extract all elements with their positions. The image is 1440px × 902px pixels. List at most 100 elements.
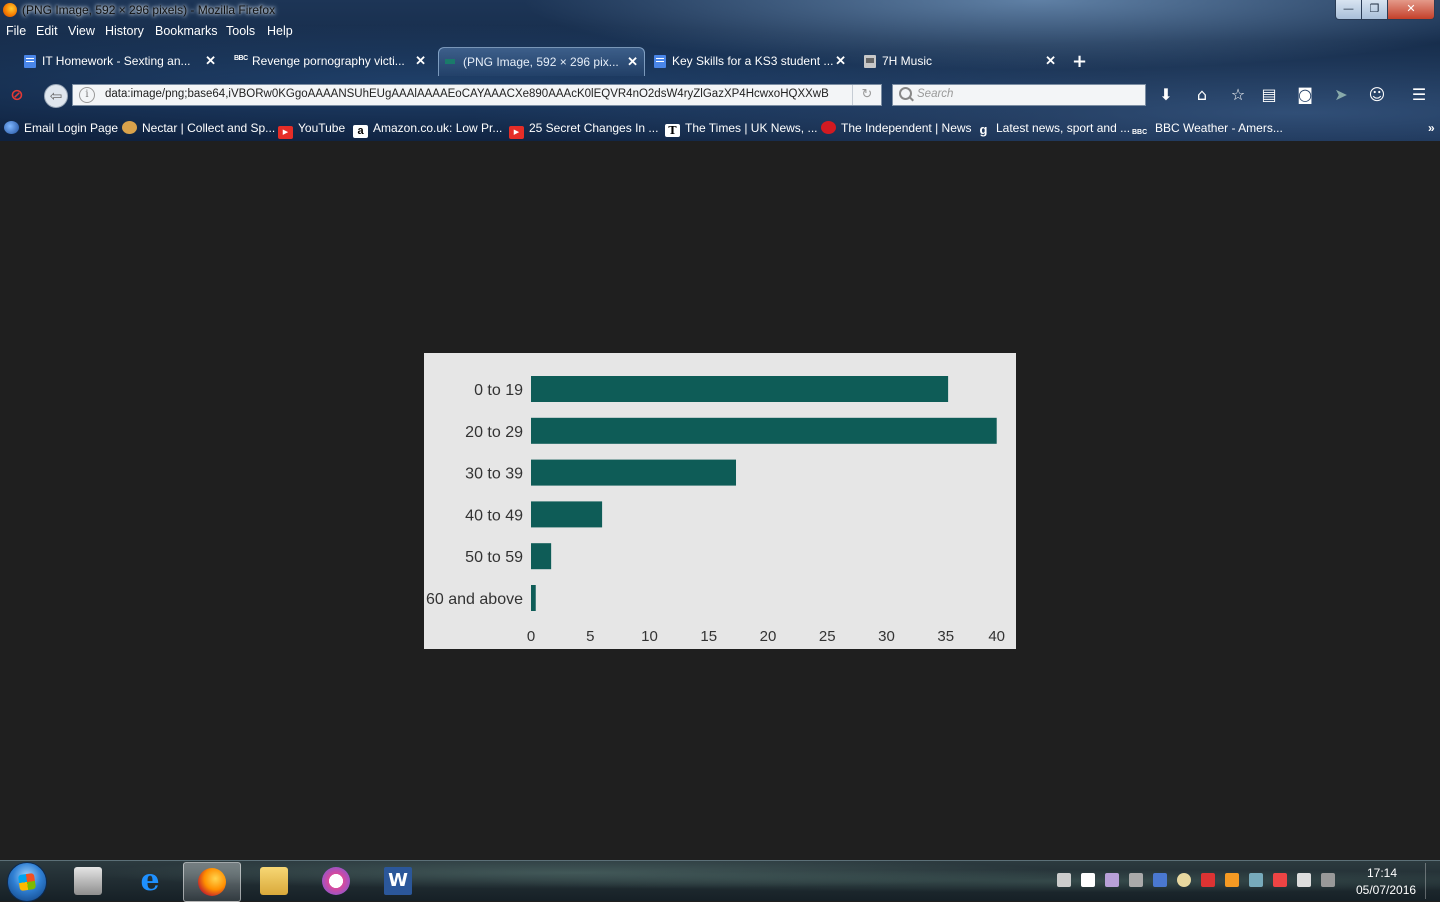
tab-label: (PNG Image, 592 × 296 pix... bbox=[463, 55, 619, 69]
itunes-icon bbox=[322, 867, 350, 895]
bookmark-the-times[interactable]: T The Times | UK News, ... bbox=[665, 121, 817, 137]
security-icon[interactable] bbox=[1177, 873, 1191, 887]
search-box[interactable]: Search bbox=[892, 84, 1146, 106]
bookmark-label: 25 Secret Changes In ... bbox=[529, 121, 659, 135]
nectar-icon bbox=[122, 121, 137, 134]
clock-time[interactable]: 17:14 bbox=[1367, 866, 1397, 880]
tab-revenge-pornography[interactable]: BBC Revenge pornography victi... ✕ bbox=[228, 47, 432, 75]
menu-bookmarks[interactable]: Bookmarks bbox=[155, 24, 218, 38]
windows-flag-icon[interactable] bbox=[1081, 873, 1095, 887]
keyboard-icon[interactable] bbox=[1057, 873, 1071, 887]
menu-view[interactable]: View bbox=[68, 24, 95, 38]
home-icon[interactable]: ⌂ bbox=[1191, 84, 1213, 106]
taskbar-word[interactable]: W bbox=[370, 862, 426, 900]
taskbar-itunes[interactable] bbox=[308, 862, 364, 900]
bookmark-label: BBC Weather - Amers... bbox=[1155, 121, 1283, 135]
tab-label: Revenge pornography victi... bbox=[252, 54, 405, 68]
tab-png-image[interactable]: (PNG Image, 592 × 296 pix... ✕ bbox=[438, 47, 645, 76]
tab-label: 7H Music bbox=[882, 54, 933, 68]
taskbar-internet-explorer[interactable]: e bbox=[122, 862, 178, 900]
bookmark-25-secret-changes[interactable]: 25 Secret Changes In ... bbox=[509, 121, 658, 139]
clock-date[interactable]: 05/07/2016 bbox=[1356, 883, 1416, 897]
hamburger-menu-icon[interactable]: ☰ bbox=[1408, 84, 1430, 106]
bookmarks-overflow-button[interactable]: » bbox=[1428, 121, 1435, 135]
minimize-button[interactable]: — bbox=[1335, 0, 1362, 20]
menu-help[interactable]: Help bbox=[267, 24, 293, 38]
network-drive-icon[interactable] bbox=[1153, 873, 1167, 887]
youtube-icon bbox=[278, 126, 293, 139]
tab-bar: IT Homework - Sexting an... ✕ BBC Reveng… bbox=[0, 45, 1440, 77]
taskbar-printer[interactable] bbox=[60, 862, 116, 900]
taskbar-firefox[interactable] bbox=[183, 862, 241, 902]
x-tick-label: 10 bbox=[641, 628, 658, 645]
java-update-icon[interactable] bbox=[1225, 873, 1239, 887]
category-label: 30 to 39 bbox=[465, 466, 523, 483]
independent-icon bbox=[821, 121, 836, 134]
bookmark-youtube[interactable]: YouTube bbox=[278, 121, 345, 139]
x-tick-label: 25 bbox=[819, 628, 836, 645]
bookmark-label: Nectar | Collect and Sp... bbox=[142, 121, 276, 135]
bookmark-nectar[interactable]: Nectar | Collect and Sp... bbox=[122, 121, 275, 135]
menu-bar: File Edit View History Bookmarks Tools H… bbox=[0, 22, 1440, 42]
tab-key-skills[interactable]: Key Skills for a KS3 student ... ✕ bbox=[648, 47, 852, 75]
download-icon[interactable]: ⬇ bbox=[1155, 84, 1177, 106]
search-icon bbox=[899, 87, 912, 100]
tab-close-icon[interactable]: ✕ bbox=[835, 53, 846, 69]
volume-icon[interactable] bbox=[1297, 873, 1311, 887]
show-desktop-button[interactable] bbox=[1425, 863, 1438, 899]
bookmark-email-login[interactable]: Email Login Page bbox=[4, 121, 118, 135]
bookmark-bbc-weather[interactable]: BBC BBC Weather - Amers... bbox=[1132, 121, 1283, 139]
onenote-icon[interactable] bbox=[1105, 873, 1119, 887]
bookmark-amazon[interactable]: a Amazon.co.uk: Low Pr... bbox=[353, 121, 502, 138]
bar-0-to-19 bbox=[531, 376, 949, 402]
tab-close-icon[interactable]: ✕ bbox=[627, 54, 638, 70]
start-button[interactable] bbox=[7, 862, 47, 902]
bar-50-to-59 bbox=[531, 543, 552, 570]
send-icon[interactable]: ➤ bbox=[1330, 84, 1352, 106]
maximize-button[interactable]: ❐ bbox=[1361, 0, 1388, 20]
bookmark-label: The Independent | News bbox=[841, 121, 972, 135]
internet-explorer-icon: e bbox=[140, 863, 160, 898]
word-icon: W bbox=[384, 867, 412, 895]
x-tick-label: 20 bbox=[760, 628, 777, 645]
pocket-icon[interactable]: ◙ bbox=[1294, 84, 1316, 106]
address-bar[interactable]: i data:image/png;base64,iVBORw0KGgoAAAAN… bbox=[72, 84, 882, 106]
search-placeholder: Search bbox=[917, 88, 954, 100]
category-label: 60 and above bbox=[426, 591, 523, 608]
flag-icon[interactable] bbox=[1273, 873, 1287, 887]
menu-tools[interactable]: Tools bbox=[226, 24, 255, 38]
category-label: 0 to 19 bbox=[474, 382, 523, 399]
tab-it-homework[interactable]: IT Homework - Sexting an... ✕ bbox=[18, 47, 222, 75]
bar-20-to-29 bbox=[531, 417, 997, 444]
tab-close-icon[interactable]: ✕ bbox=[1045, 53, 1056, 69]
bookmark-label: Latest news, sport and ... bbox=[996, 121, 1131, 135]
tools-icon[interactable] bbox=[1129, 873, 1143, 887]
contact-icon bbox=[864, 55, 876, 68]
close-window-button[interactable]: ✕ bbox=[1387, 0, 1435, 20]
tab-close-icon[interactable]: ✕ bbox=[205, 53, 216, 69]
reading-list-icon[interactable]: ▤ bbox=[1258, 84, 1280, 106]
bookmark-the-independent[interactable]: The Independent | News bbox=[821, 121, 972, 135]
menu-history[interactable]: History bbox=[105, 24, 144, 38]
tab-close-icon[interactable]: ✕ bbox=[415, 53, 426, 69]
category-label: 40 to 49 bbox=[465, 507, 523, 524]
menu-edit[interactable]: Edit bbox=[36, 24, 58, 38]
png-image: 0 to 19 20 to 29 30 to 39 40 to 49 50 to 59 6… bbox=[424, 353, 1016, 649]
new-tab-button[interactable]: + bbox=[1072, 51, 1087, 72]
menu-file[interactable]: File bbox=[6, 24, 26, 38]
x-tick-label: 30 bbox=[878, 628, 895, 645]
bookmark-latest-news[interactable]: g Latest news, sport and ... bbox=[976, 121, 1131, 136]
smiley-icon[interactable]: ☺ bbox=[1366, 84, 1388, 106]
firefox-icon bbox=[3, 3, 17, 17]
action-center-icon[interactable] bbox=[1201, 873, 1215, 887]
storage-icon[interactable] bbox=[1249, 873, 1263, 887]
tab-7h-music[interactable]: 7H Music ✕ bbox=[858, 47, 1062, 75]
bookmark-star-icon[interactable]: ☆ bbox=[1227, 84, 1249, 106]
back-button[interactable]: ⇦ bbox=[44, 84, 68, 108]
signal-icon[interactable] bbox=[1321, 873, 1335, 887]
taskbar-file-explorer[interactable] bbox=[246, 862, 302, 900]
reload-icon[interactable]: ↻ bbox=[852, 85, 881, 105]
addon-stop-icon[interactable]: ⊘ bbox=[6, 84, 28, 106]
info-icon[interactable]: i bbox=[79, 87, 95, 103]
x-tick-label: 15 bbox=[700, 628, 717, 645]
